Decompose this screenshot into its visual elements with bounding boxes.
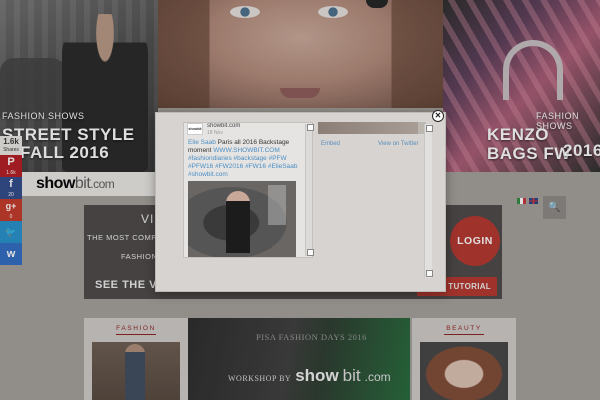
second-tweet-image[interactable] xyxy=(318,122,426,134)
embedded-tweet: showbit showbit.com 18 Nov Elie Saab Par… xyxy=(183,122,313,258)
close-icon: ✕ xyxy=(434,111,442,120)
embed-link[interactable]: Embed xyxy=(321,141,340,147)
tweet-author-link[interactable]: Elie Saab xyxy=(188,139,216,146)
tweet-hashtags[interactable]: #fashiondiaries #backstage #PFW #PFW16 #… xyxy=(188,155,297,178)
tweet-text: Elie Saab Paris all 2016 Backstage momen… xyxy=(188,139,302,179)
view-on-twitter-link[interactable]: View on Twitter xyxy=(378,141,418,147)
modal-scrollbar[interactable] xyxy=(424,124,433,278)
tweet-date: 18 Nov xyxy=(207,130,223,136)
tweet-username[interactable]: showbit.com xyxy=(207,123,240,130)
tweet-scrollbar[interactable] xyxy=(305,124,314,256)
tweet-site-link[interactable]: WWW.SHOWBIT.COM xyxy=(213,147,279,154)
tweet-header: showbit showbit.com 18 Nov xyxy=(187,123,240,136)
tweet-avatar[interactable]: showbit xyxy=(187,123,203,135)
tweet-photo[interactable] xyxy=(188,181,296,257)
close-modal-button[interactable]: ✕ xyxy=(432,110,444,122)
